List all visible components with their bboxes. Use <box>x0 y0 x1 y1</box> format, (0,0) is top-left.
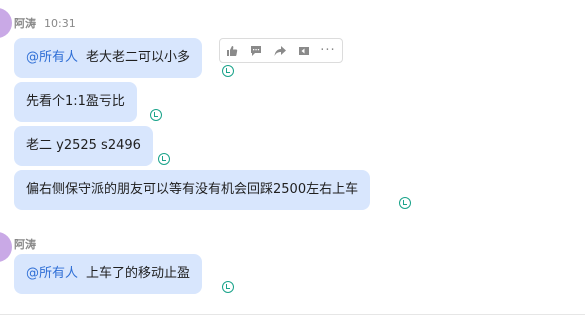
message-bubble[interactable]: 老二 y2525 s2496 <box>14 126 153 166</box>
avatar[interactable] <box>0 232 12 262</box>
mention-all[interactable]: @所有人 <box>26 266 78 281</box>
message-bubble[interactable]: 先看个1:1盈亏比 <box>14 82 137 122</box>
message-text: 老大老二可以小多 <box>86 50 191 65</box>
sender-name[interactable]: 阿涛 <box>14 238 36 251</box>
read-receipt-icon[interactable] <box>222 65 234 77</box>
read-receipt-icon[interactable] <box>150 109 162 121</box>
sender-header: 阿涛 <box>14 236 36 252</box>
read-receipt-icon[interactable] <box>222 281 234 293</box>
comment-icon[interactable] <box>244 39 268 62</box>
message-time: 10:31 <box>44 17 76 30</box>
message-action-toolbar: ··· <box>219 38 343 63</box>
message-text: 老二 y2525 s2496 <box>26 138 141 153</box>
message-text: 上车了的移动止盈 <box>86 266 191 281</box>
more-icon[interactable]: ··· <box>316 39 340 62</box>
message-text: 先看个1:1盈亏比 <box>26 94 125 109</box>
sender-name[interactable]: 阿涛 <box>14 17 36 30</box>
chat-area: 阿涛 10:31 @所有人 老大老二可以小多 ··· 先看个1:1盈亏比 老二 y2… <box>0 0 585 323</box>
message-text: 偏右侧保守派的朋友可以等有没有机会回踩2500左右上车 <box>26 182 359 197</box>
read-receipt-icon[interactable] <box>399 197 411 209</box>
mention-all[interactable]: @所有人 <box>26 50 78 65</box>
avatar[interactable] <box>0 8 12 38</box>
thumbs-up-icon[interactable] <box>220 39 244 62</box>
message-bubble[interactable]: 偏右侧保守派的朋友可以等有没有机会回踩2500左右上车 <box>14 170 371 210</box>
read-receipt-icon[interactable] <box>158 153 170 165</box>
sender-header: 阿涛 10:31 <box>14 15 76 31</box>
message-bubble[interactable]: @所有人 上车了的移动止盈 <box>14 254 203 294</box>
pin-icon[interactable] <box>292 39 316 62</box>
forward-icon[interactable] <box>268 39 292 62</box>
message-bubble[interactable]: @所有人 老大老二可以小多 <box>14 38 203 78</box>
divider <box>0 314 585 315</box>
